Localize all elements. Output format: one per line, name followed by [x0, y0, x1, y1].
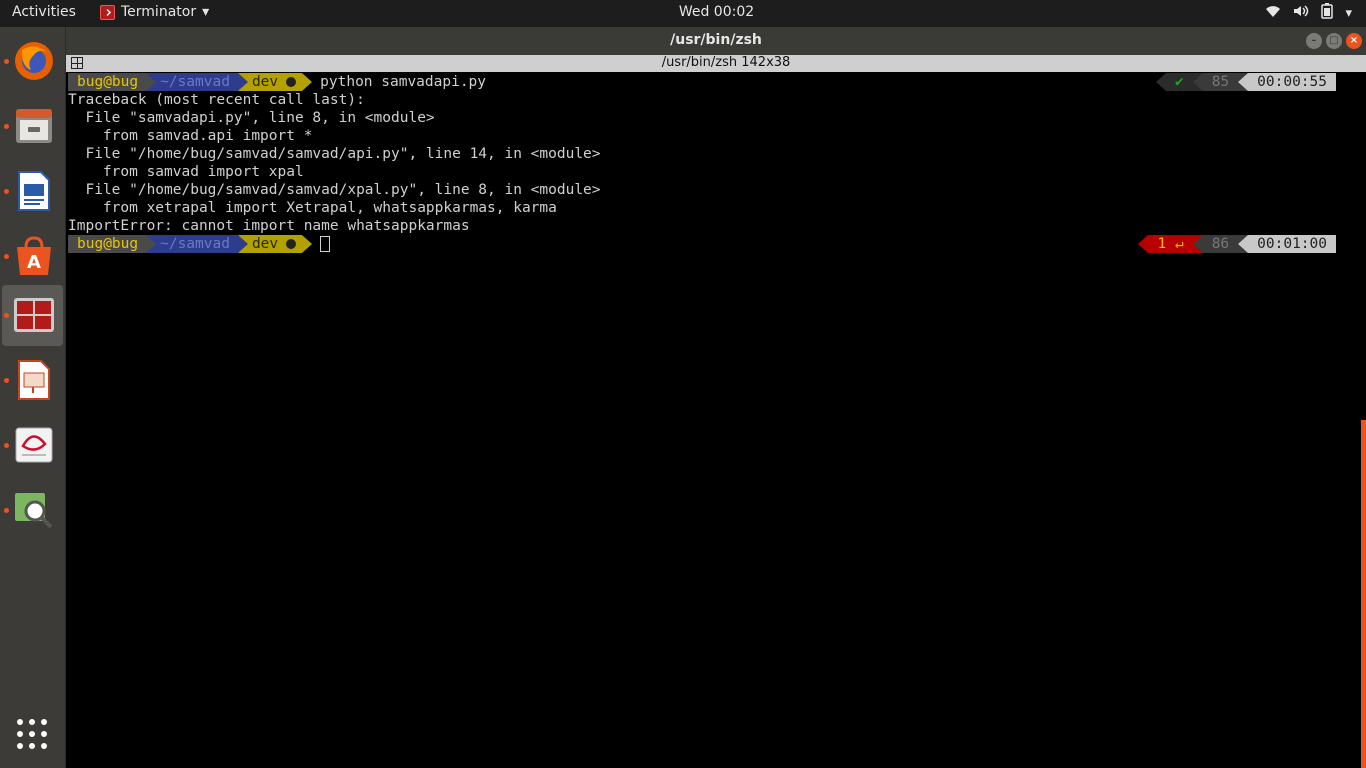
prompt-user: bug@bug [68, 235, 147, 253]
dock: A [0, 27, 66, 768]
system-tray[interactable]: ▾ [1265, 3, 1352, 23]
writer-icon [18, 171, 50, 211]
minimize-button[interactable]: – [1306, 33, 1322, 49]
maximize-button[interactable]: □ [1326, 33, 1342, 49]
right-prompt: ✔ 85 00:00:55 [1155, 73, 1336, 91]
terminal-area[interactable]: bug@bug ~/samvad dev python samvadapi.py… [67, 72, 1366, 768]
close-button[interactable]: × [1346, 33, 1362, 49]
dock-item-files[interactable] [2, 96, 63, 157]
output-line: File "samvadapi.py", line 8, in <module> [68, 110, 435, 126]
right-prompt: 1 ↵ 86 00:01:00 [1138, 235, 1336, 253]
output-line: from samvad.api import * [68, 128, 313, 144]
dock-item-impress[interactable] [2, 350, 63, 411]
running-indicator [4, 59, 9, 64]
running-indicator [4, 378, 9, 383]
terminator-icon [14, 298, 54, 332]
chevron-down-icon: ▾ [1345, 5, 1352, 21]
text-cursor[interactable] [320, 236, 331, 252]
system-monitor-icon [15, 493, 53, 529]
output-line: Traceback (most recent call last): [68, 92, 365, 108]
scrollbar[interactable] [1361, 420, 1366, 768]
command-text: python samvadapi.py [320, 74, 487, 90]
files-icon [16, 109, 52, 143]
window-title: /usr/bin/zsh [670, 32, 762, 48]
exit-status: 1 ↵ [1148, 235, 1193, 253]
wifi-icon [1265, 4, 1281, 22]
history-number: 86 [1202, 235, 1239, 253]
prompt-line: bug@bug ~/samvad dev [68, 235, 331, 253]
apps-grid-icon[interactable] [17, 719, 47, 749]
terminal-title: /usr/bin/zsh 142x38 [661, 55, 791, 70]
running-indicator [4, 189, 9, 194]
svg-text:A: A [27, 252, 41, 273]
status-ok-icon: ✔ [1165, 73, 1193, 91]
prompt-dir: ~/samvad [146, 235, 238, 253]
volume-icon [1293, 4, 1309, 22]
dock-item-writer[interactable] [2, 161, 63, 222]
dock-item-terminator[interactable] [2, 285, 63, 346]
output-line: from samvad import xpal [68, 164, 304, 180]
top-bar: Activities Terminator ▾ Wed 00:02 ▾ [0, 0, 1366, 27]
running-indicator [4, 508, 9, 513]
battery-icon [1321, 3, 1334, 23]
exec-time: 00:00:55 [1248, 73, 1336, 91]
software-icon: A [17, 236, 51, 275]
running-indicator [4, 254, 9, 259]
dock-item-system-monitor[interactable] [2, 480, 63, 541]
output-line: File "/home/bug/samvad/samvad/xpal.py", … [68, 182, 601, 198]
prompt-user: bug@bug [68, 73, 147, 91]
running-indicator [4, 313, 9, 318]
running-indicator [4, 443, 9, 448]
dirty-indicator-icon [286, 239, 297, 249]
history-number: 85 [1202, 73, 1239, 91]
prompt-dir: ~/samvad [146, 73, 238, 91]
impress-icon [18, 360, 50, 400]
dock-item-software[interactable]: A [2, 226, 63, 287]
dock-item-firefox[interactable] [2, 31, 63, 92]
terminal-titlebar: /usr/bin/zsh 142x38 [66, 55, 1366, 72]
evince-icon [15, 427, 53, 463]
output-line: ImportError: cannot import name whatsapp… [68, 218, 470, 234]
exec-time: 00:01:00 [1248, 235, 1336, 253]
clock[interactable]: Wed 00:02 [0, 4, 1366, 20]
window-titlebar[interactable]: /usr/bin/zsh – □ × [66, 27, 1366, 55]
output-line: File "/home/bug/samvad/samvad/api.py", l… [68, 146, 601, 162]
dirty-indicator-icon [286, 77, 297, 87]
output-line: from xetrapal import Xetrapal, whatsappk… [68, 200, 557, 216]
firefox-icon [15, 42, 53, 80]
running-indicator [4, 124, 9, 129]
dock-item-evince[interactable] [2, 415, 63, 476]
prompt-line: bug@bug ~/samvad dev python samvadapi.py [68, 73, 486, 91]
